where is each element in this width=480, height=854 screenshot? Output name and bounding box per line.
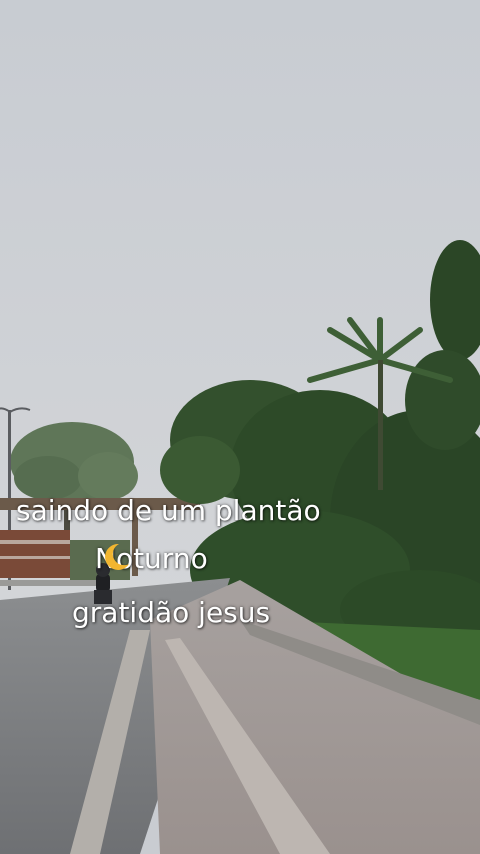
caption-line-1: saindo de um plantão bbox=[16, 494, 321, 527]
crescent-moon-icon bbox=[105, 543, 129, 570]
caption-line-3: gratidão jesus bbox=[72, 596, 271, 629]
caption-line-2: Noturno bbox=[95, 542, 480, 576]
street-scene-illustration bbox=[0, 0, 480, 854]
video-frame: saindo de um plantão Noturno gratidão je… bbox=[0, 0, 480, 854]
guard-rail bbox=[0, 580, 100, 586]
